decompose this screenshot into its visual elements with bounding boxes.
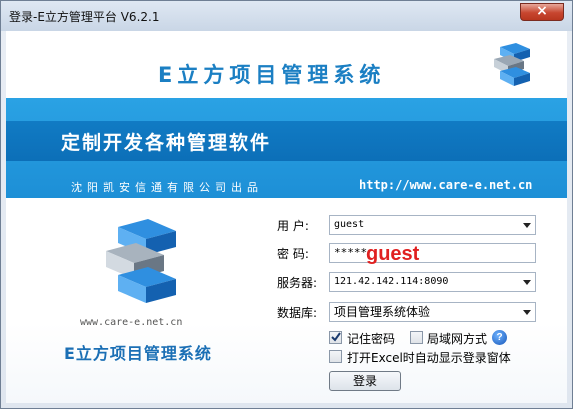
server-label: 服务器: xyxy=(277,276,318,290)
login-body: www.care-e.net.cn E立方项目管理系统 用 户: guest 密… xyxy=(6,203,567,403)
database-combo[interactable]: 项目管理系统体验 xyxy=(329,302,536,322)
server-combo[interactable]: 121.42.142.114:8090 xyxy=(329,272,536,292)
password-value: ***** xyxy=(334,246,368,259)
header: E立方项目管理系统 xyxy=(6,31,567,98)
login-window: 登录-E立方管理平台 V6.2.1 × E立方项目管理系统 定制开发各种管理软件… xyxy=(0,0,573,409)
chevron-down-icon[interactable] xyxy=(518,216,535,234)
lan-mode-checkbox[interactable] xyxy=(410,331,423,344)
annotation-text: guest xyxy=(366,243,420,265)
product-name: E立方项目管理系统 xyxy=(64,344,212,363)
user-value: guest xyxy=(334,219,365,230)
slogan: 定制开发各种管理软件 xyxy=(61,132,272,154)
close-button[interactable]: × xyxy=(520,3,564,21)
header-title: E立方项目管理系统 xyxy=(158,63,386,87)
logo-url: www.care-e.net.cn xyxy=(80,317,183,328)
open-excel-checkbox[interactable] xyxy=(329,350,342,363)
password-field[interactable]: ***** xyxy=(329,243,536,263)
open-excel-label[interactable]: 打开Excel时自动显示登录窗体 xyxy=(347,349,511,366)
server-value: 121.42.142.114:8090 xyxy=(334,276,449,287)
chevron-down-icon[interactable] xyxy=(518,303,535,321)
lan-mode-label[interactable]: 局域网方式 xyxy=(427,330,487,347)
database-value: 项目管理系统体验 xyxy=(334,305,431,319)
user-combo[interactable]: guest xyxy=(329,215,536,235)
password-label: 密 码: xyxy=(277,247,309,261)
title-bar: 登录-E立方管理平台 V6.2.1 × xyxy=(1,1,572,31)
checkmark-icon xyxy=(331,332,341,342)
login-button[interactable]: 登录 xyxy=(329,371,401,391)
e-cube-large-logo-icon xyxy=(106,219,176,303)
window-title: 登录-E立方管理平台 V6.2.1 xyxy=(9,10,160,24)
banner: 定制开发各种管理软件 沈阳凯安信通有限公司出品 http://www.care-… xyxy=(6,98,567,198)
site-url: http://www.care-e.net.cn xyxy=(359,178,533,192)
help-icon[interactable]: ? xyxy=(492,330,507,345)
dialog-client: E立方项目管理系统 定制开发各种管理软件 沈阳凯安信通有限公司出品 http:/… xyxy=(6,31,567,403)
user-label: 用 户: xyxy=(277,219,309,233)
chevron-down-icon[interactable] xyxy=(518,273,535,291)
database-label: 数据库: xyxy=(277,306,318,320)
producer-credit: 沈阳凯安信通有限公司出品 xyxy=(71,181,263,194)
remember-password-label[interactable]: 记住密码 xyxy=(347,330,395,347)
remember-password-checkbox[interactable] xyxy=(329,331,342,344)
e-cube-logo-icon xyxy=(494,43,530,86)
